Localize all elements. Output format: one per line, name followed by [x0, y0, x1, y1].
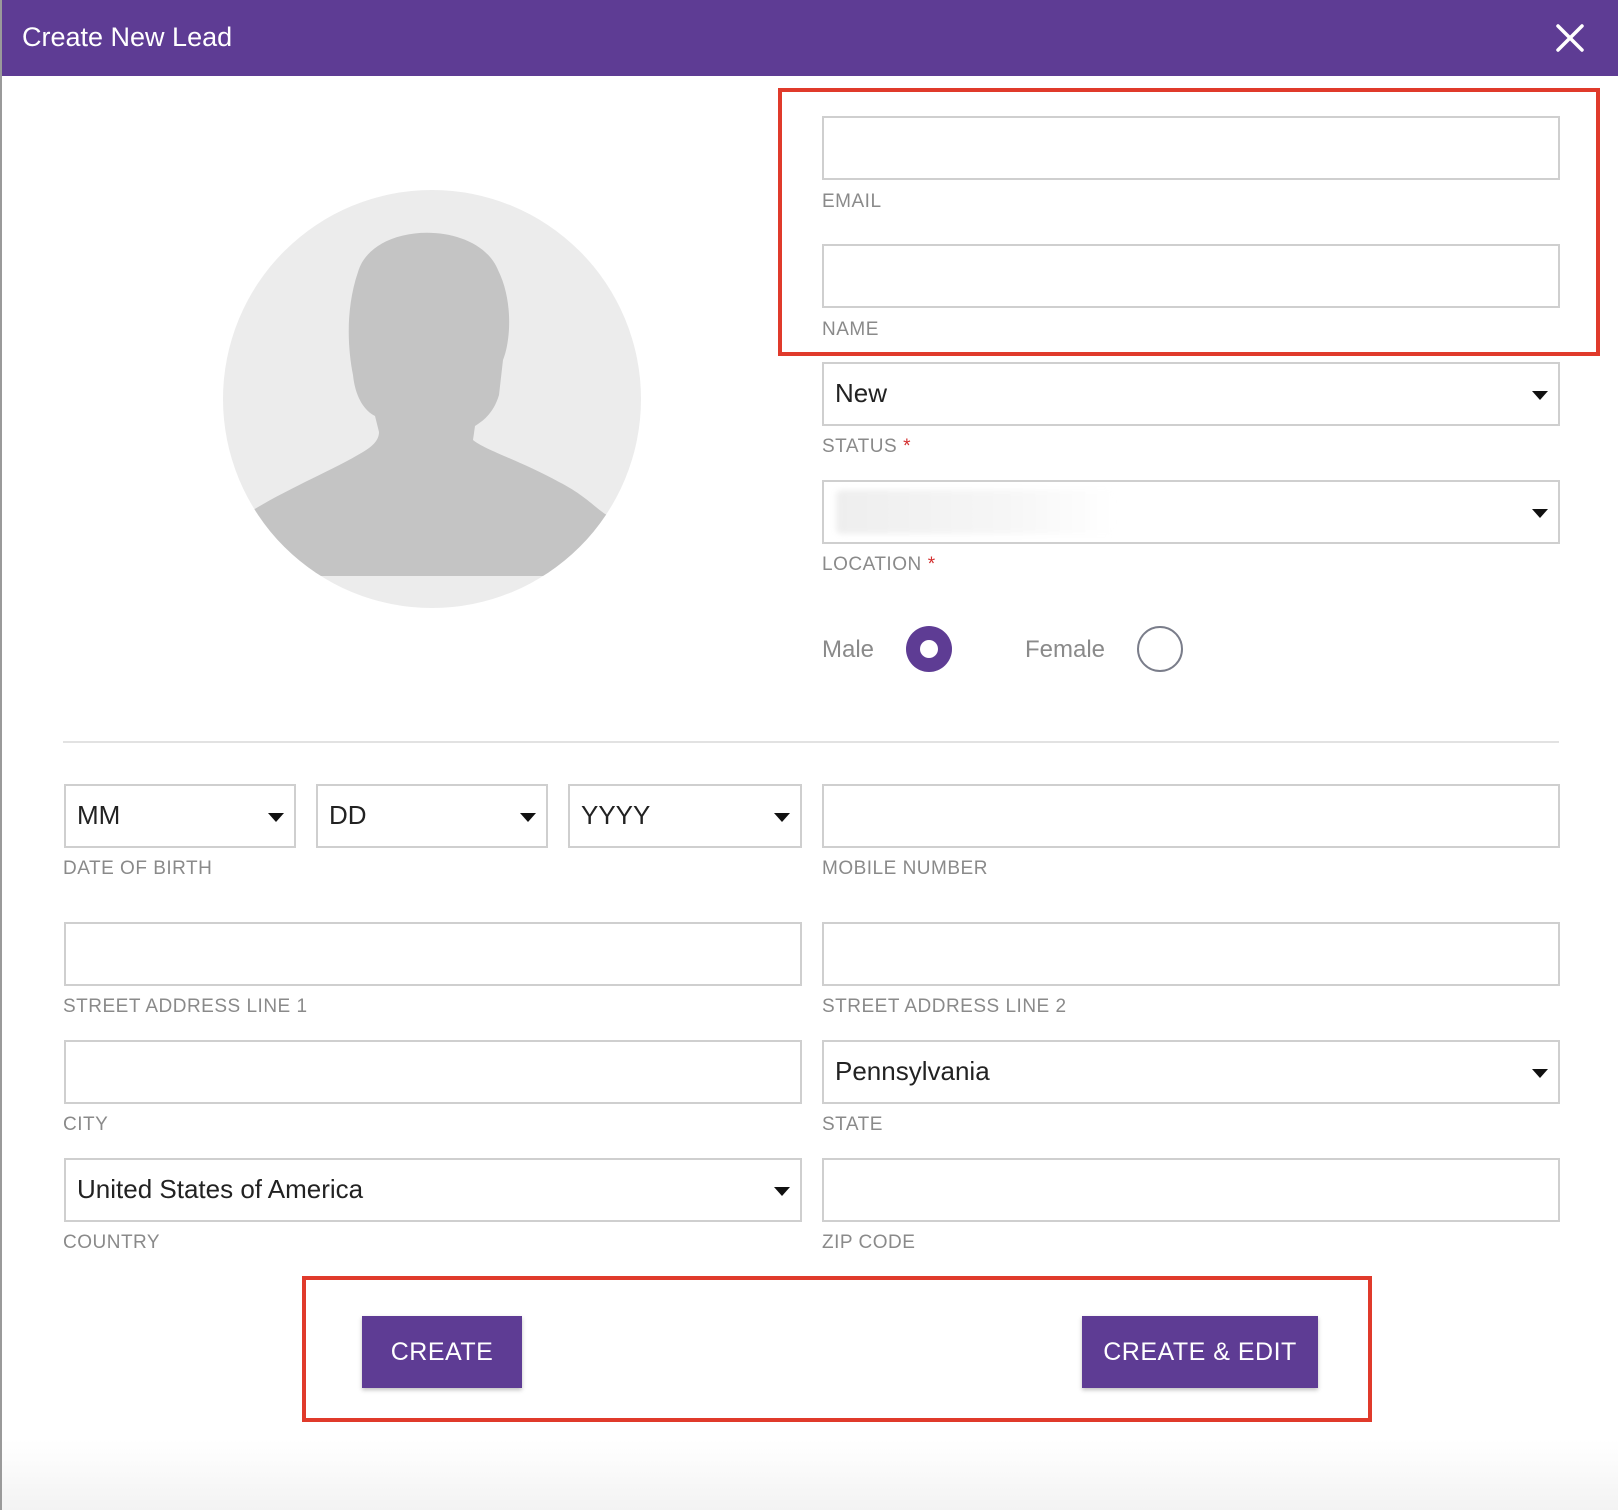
name-field[interactable] [822, 244, 1560, 308]
dob-year-value: YYYY [581, 800, 651, 830]
state-label: STATE [822, 1114, 883, 1135]
country-selected-value: United States of America [77, 1174, 364, 1204]
dob-month-value: MM [77, 800, 121, 830]
dob-month-select[interactable]: MM [64, 784, 296, 848]
street2-label: STREET ADDRESS LINE 2 [822, 996, 1067, 1017]
caret-down-icon [774, 813, 790, 822]
city-label: CITY [63, 1114, 109, 1135]
avatar-placeholder[interactable] [223, 190, 641, 608]
state-selected-value: Pennsylvania [835, 1056, 990, 1086]
street-address-2-field[interactable] [822, 922, 1560, 986]
status-select[interactable]: New [822, 362, 1560, 426]
street1-label: STREET ADDRESS LINE 1 [63, 996, 308, 1017]
location-blurred-value [836, 490, 1116, 534]
email-label: EMAIL [822, 191, 882, 212]
name-label: NAME [822, 319, 879, 340]
country-select[interactable]: United States of America [64, 1158, 802, 1222]
location-select[interactable] [822, 480, 1560, 544]
caret-down-icon [520, 813, 536, 822]
email-field[interactable] [822, 116, 1560, 180]
dob-label: DATE OF BIRTH [63, 858, 213, 879]
dialog-header: Create New Lead [2, 0, 1618, 76]
caret-down-icon [1532, 391, 1548, 400]
caret-down-icon [774, 1187, 790, 1196]
gender-female-radio[interactable] [1137, 626, 1183, 672]
create-lead-dialog: Create New Lead EMAIL NAME New STATUS * L… [0, 0, 1618, 1510]
status-label-text: STATUS [822, 436, 898, 457]
mobile-label: MOBILE NUMBER [822, 858, 988, 879]
city-field[interactable] [64, 1040, 802, 1104]
gender-male-label: Male [822, 636, 875, 663]
country-label: COUNTRY [63, 1232, 161, 1253]
mobile-number-field[interactable] [822, 784, 1560, 848]
street-address-1-field[interactable] [64, 922, 802, 986]
create-and-edit-button[interactable]: CREATE & EDIT [1082, 1316, 1318, 1388]
location-required-mark: * [927, 554, 936, 575]
status-label: STATUS * [822, 436, 911, 458]
dob-day-select[interactable]: DD [316, 784, 548, 848]
close-icon[interactable] [1554, 22, 1586, 54]
footer-area [2, 1440, 1618, 1510]
location-label: LOCATION * [822, 554, 936, 576]
location-label-text: LOCATION [822, 554, 922, 575]
gender-male-radio[interactable] [906, 626, 952, 672]
state-select[interactable]: Pennsylvania [822, 1040, 1560, 1104]
zip-label: ZIP CODE [822, 1232, 916, 1253]
dialog-title: Create New Lead [22, 22, 233, 52]
caret-down-icon [1532, 1069, 1548, 1078]
dob-day-value: DD [329, 800, 367, 830]
section-divider [63, 741, 1559, 743]
create-button[interactable]: CREATE [362, 1316, 522, 1388]
status-selected-value: New [835, 378, 888, 408]
caret-down-icon [1532, 509, 1548, 518]
status-required-mark: * [903, 436, 912, 457]
person-silhouette-icon [253, 232, 609, 576]
gender-female-label: Female [1025, 636, 1106, 663]
caret-down-icon [268, 813, 284, 822]
dob-year-select[interactable]: YYYY [568, 784, 802, 848]
zip-code-field[interactable] [822, 1158, 1560, 1222]
